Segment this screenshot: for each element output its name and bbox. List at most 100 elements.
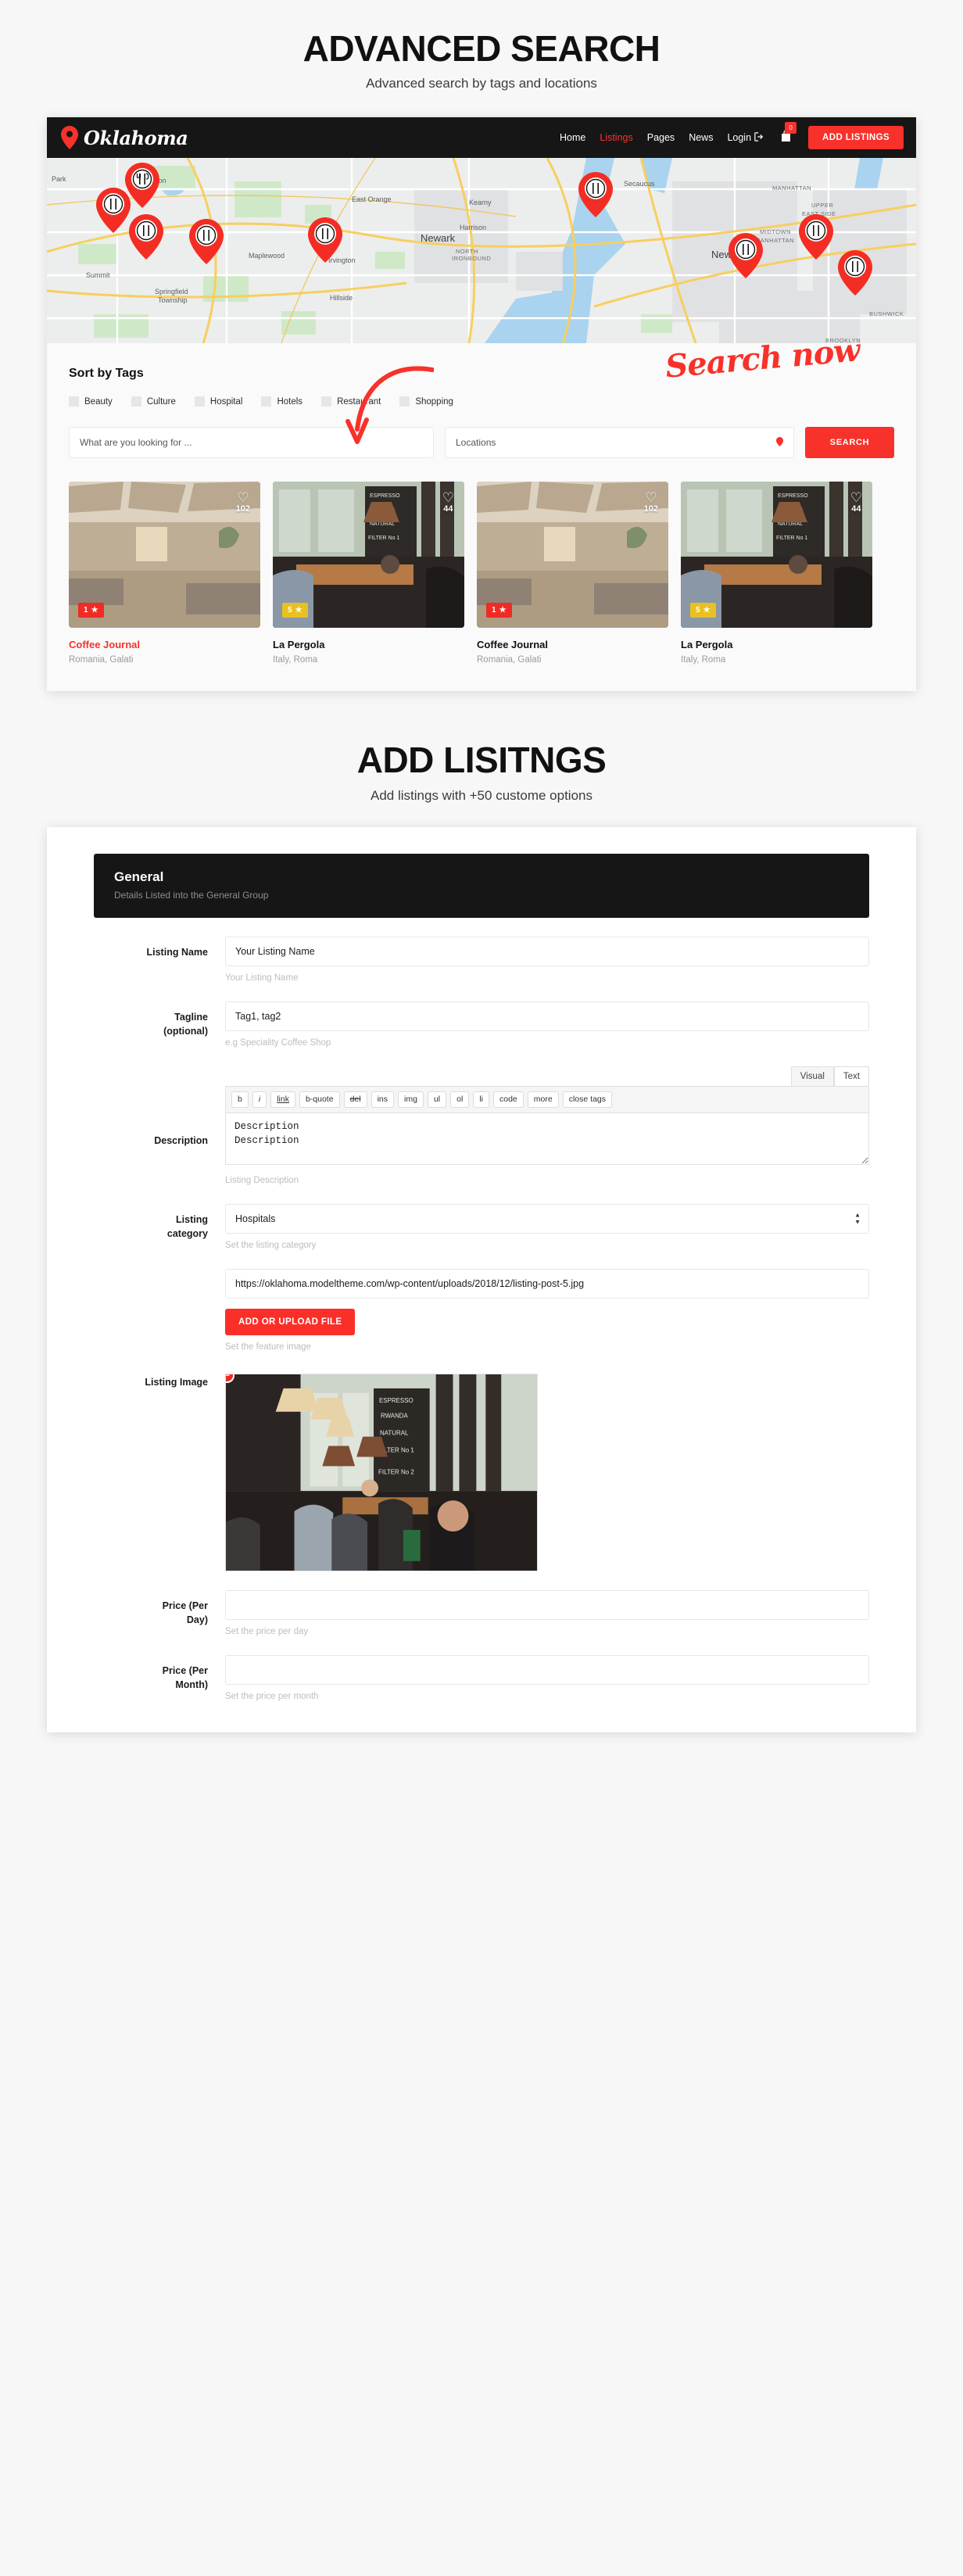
editor-button-del[interactable]: del: [343, 1091, 367, 1109]
tab-visual[interactable]: Visual: [790, 1066, 834, 1086]
page-bottom-spacer: [0, 1732, 963, 1761]
listing-card[interactable]: ESPRESSORWANDANATURALFILTER No 1 ♡ 44: [273, 482, 464, 665]
map-pin-9[interactable]: [838, 250, 872, 296]
brand-logo[interactable]: Oklahoma: [61, 126, 188, 150]
star-icon: ★: [295, 606, 303, 615]
editor-button-link[interactable]: link: [270, 1091, 295, 1109]
tag-checkbox-shopping[interactable]: Shopping: [399, 396, 453, 407]
group-title: General: [114, 869, 164, 884]
price-day-input[interactable]: [225, 1590, 869, 1621]
listing-cards-row: ♡ 102 1 ★ Coffee Journal Romania, Galati: [47, 482, 916, 692]
tagline-label-line2: (optional): [163, 1025, 208, 1037]
nav-links: Home Listings Pages News Login 0 ADD LIS…: [560, 121, 904, 150]
listing-name-input[interactable]: [225, 936, 869, 966]
search-location-placeholder: Locations: [456, 437, 496, 449]
search-location-field[interactable]: Locations: [445, 427, 794, 459]
brand-name: Oklahoma: [84, 126, 188, 149]
tag-checkbox-beauty[interactable]: Beauty: [69, 396, 113, 407]
nav-item-news[interactable]: News: [689, 132, 713, 143]
listings-map[interactable]: Park Livingston East Orange Kearny Newar…: [47, 158, 916, 344]
nav-item-home[interactable]: Home: [560, 132, 585, 143]
checkbox-icon[interactable]: [261, 396, 272, 407]
map-pin-5[interactable]: [308, 217, 342, 263]
add-listings-title: ADD LISITNGS: [356, 740, 607, 781]
description-label: Description: [154, 1134, 208, 1146]
listing-image-preview[interactable]: − ESPRESSORWANDA NATURALFILTER No 1 FILT…: [225, 1374, 538, 1572]
nav-item-listings[interactable]: Listings: [600, 132, 632, 143]
listing-title[interactable]: La Pergola: [273, 639, 464, 650]
checkbox-icon[interactable]: [399, 396, 410, 407]
favorite-counter[interactable]: ♡ 102: [236, 491, 250, 514]
editor-button-ol[interactable]: ol: [450, 1091, 470, 1109]
listing-category-label: Listing category: [94, 1204, 225, 1250]
feature-image-url-input[interactable]: [225, 1269, 869, 1299]
listing-thumbnail[interactable]: ♡ 102 1 ★: [477, 482, 668, 629]
listing-title[interactable]: Coffee Journal: [69, 639, 260, 650]
rating-value: 5: [288, 606, 292, 615]
field-row-feature-image: ADD OR UPLOAD FILE Set the feature image: [94, 1269, 869, 1352]
price-month-input[interactable]: [225, 1655, 869, 1686]
rating-value: 1: [84, 606, 88, 615]
listing-thumbnail[interactable]: ♡ 102 1 ★: [69, 482, 260, 629]
sign-in-icon: [754, 132, 764, 144]
editor-button-img[interactable]: img: [398, 1091, 424, 1109]
map-pin-4[interactable]: [189, 219, 224, 265]
favorite-counter[interactable]: ♡ 44: [442, 491, 454, 514]
listing-card[interactable]: ♡ 102 1 ★ Coffee Journal Romania, Galati: [477, 482, 668, 665]
tag-checkbox-hospital[interactable]: Hospital: [194, 396, 242, 407]
rating-badge: 1 ★: [486, 603, 512, 618]
editor-button-ins[interactable]: ins: [371, 1091, 395, 1109]
map-pin-icon: [61, 126, 78, 150]
nav-item-pages[interactable]: Pages: [647, 132, 675, 143]
checkbox-icon[interactable]: [69, 396, 79, 407]
listing-card[interactable]: ♡ 102 1 ★ Coffee Journal Romania, Galati: [69, 482, 260, 665]
listing-location: Romania, Galati: [69, 655, 134, 665]
editor-button-more[interactable]: more: [527, 1091, 559, 1109]
editor-button-ul[interactable]: ul: [427, 1091, 447, 1109]
listing-name-help: Your Listing Name: [225, 973, 299, 983]
login-label: Login: [727, 132, 752, 144]
editor-button-li[interactable]: li: [473, 1091, 489, 1109]
map-pin-8[interactable]: [799, 214, 833, 260]
search-keyword-field[interactable]: What are you looking for ...: [69, 427, 434, 459]
listing-thumbnail[interactable]: ESPRESSORWANDANATURALFILTER No 1 ♡ 44: [273, 482, 464, 629]
rating-badge: 5 ★: [690, 603, 716, 618]
tag-checkbox-culture[interactable]: Culture: [131, 396, 176, 407]
general-group-header: General Details Listed into the General …: [94, 853, 869, 918]
tag-checkbox-hotels[interactable]: Hotels: [261, 396, 303, 407]
checkbox-icon[interactable]: [194, 396, 205, 407]
map-pin-3[interactable]: [129, 214, 163, 260]
price-month-label: Price (Per Month): [94, 1655, 225, 1701]
tagline-help: e.g Speciality Coffee Shop: [225, 1037, 331, 1048]
tag-checkbox-restaurant[interactable]: Restaurant: [321, 396, 381, 407]
search-button[interactable]: SEARCH: [805, 427, 894, 459]
listing-category-select[interactable]: [225, 1204, 869, 1234]
map-pin-7[interactable]: [729, 233, 763, 279]
description-textarea[interactable]: Description Description: [225, 1113, 869, 1166]
listing-thumbnail[interactable]: ESPRESSORWANDANATURALFILTER No 1 ♡ 44: [681, 482, 872, 629]
login-link[interactable]: Login: [727, 132, 764, 144]
editor-button-code[interactable]: code: [493, 1091, 524, 1109]
editor-button-bold[interactable]: b: [231, 1091, 249, 1109]
tab-text[interactable]: Text: [833, 1066, 869, 1086]
listing-title[interactable]: La Pergola: [681, 639, 872, 650]
favorite-counter[interactable]: ♡ 44: [850, 491, 862, 514]
map-pin-6[interactable]: [578, 172, 613, 218]
listing-title[interactable]: Coffee Journal: [477, 639, 668, 650]
editor-button-bquote[interactable]: b-quote: [299, 1091, 340, 1109]
field-row-listing-image: Listing Image − ESPRESSORWANDA NATURALFI…: [94, 1370, 869, 1572]
add-listings-button[interactable]: ADD LISTINGS: [808, 126, 904, 150]
cart-button[interactable]: 0: [778, 121, 797, 146]
editor-button-italic[interactable]: i: [252, 1091, 267, 1109]
tagline-input[interactable]: [225, 1001, 869, 1031]
add-or-upload-file-button[interactable]: ADD OR UPLOAD FILE: [225, 1309, 356, 1336]
description-help: Listing Description: [225, 1176, 299, 1186]
map-pin-2[interactable]: [96, 188, 131, 234]
listing-card[interactable]: ESPRESSORWANDANATURALFILTER No 1 ♡ 44: [681, 482, 872, 665]
rating-value: 1: [492, 606, 496, 615]
checkbox-icon[interactable]: [131, 396, 141, 407]
favorite-counter[interactable]: ♡ 102: [644, 491, 658, 514]
checkbox-icon[interactable]: [321, 396, 332, 407]
editor-button-close-tags[interactable]: close tags: [562, 1091, 612, 1109]
map-pin-icon: [776, 436, 783, 449]
